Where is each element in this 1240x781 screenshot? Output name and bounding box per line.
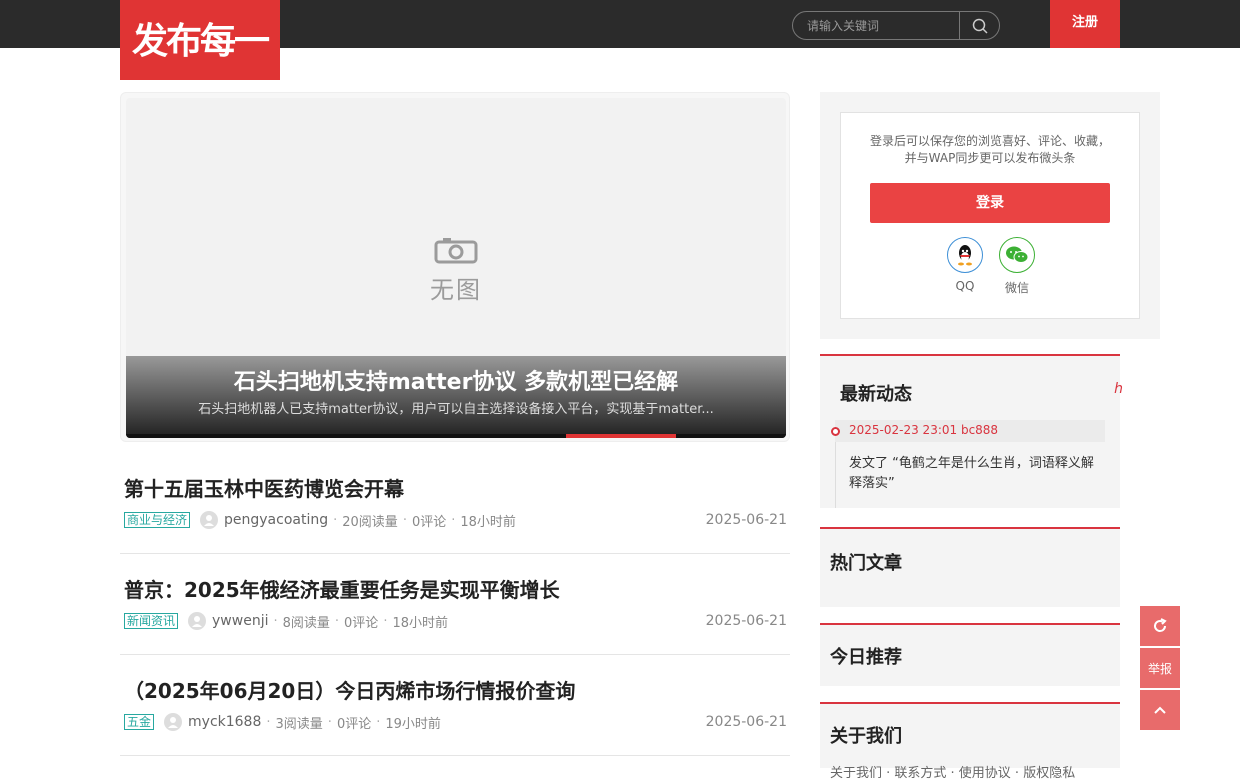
chevron-up-icon (1154, 706, 1166, 714)
no-image-placeholder: 无图 (421, 236, 491, 304)
user-icon (168, 717, 179, 728)
about-links[interactable]: 关于我们 · 联系方式 · 使用协议 · 版权隐私 (830, 762, 1075, 781)
comment-count: 0评论 (344, 615, 379, 631)
read-count: 20阅读量 (342, 514, 398, 530)
article-meta: 五金 myck1688 · 3阅读量 · 0评论 · 19小时前 (124, 712, 441, 732)
qq-login[interactable]: QQ (945, 237, 985, 293)
category-tag[interactable]: 商业与经济 (124, 512, 191, 528)
timeline-line (835, 442, 836, 508)
avatar (164, 713, 183, 731)
latest-more-link[interactable]: h (1114, 381, 1123, 397)
search-input[interactable] (807, 16, 947, 36)
hot-title: 热门文章 (830, 553, 902, 574)
latest-title: 最新动态 (840, 384, 912, 405)
activity-time: 2025-02-23 23:01 bc888 (849, 423, 999, 437)
about-widget: 关于我们 关于我们 · 联系方式 · 使用协议 · 版权隐私 (820, 702, 1120, 781)
recommend-title: 今日推荐 (830, 647, 902, 668)
latest-activity-widget: 最新动态 h 2025-02-23 23:01 bc888 发文了 “龟鹤之年是… (820, 354, 1123, 508)
article-meta: 商业与经济 pengyacoating · 20阅读量 · 0评论 · 18小时… (124, 510, 516, 530)
wechat-login[interactable]: 微信 (997, 237, 1037, 296)
meta-separator: · (266, 714, 271, 730)
search-icon (972, 18, 988, 34)
back-to-top-button[interactable] (1140, 690, 1180, 730)
meta-separator: · (334, 613, 340, 629)
featured-slider[interactable]: 无图 石头扫地机支持matter协议 多款机型已经解 石头扫地机器人已支持mat… (120, 92, 790, 442)
search-box (792, 11, 1000, 40)
article-date: 2025-06-21 (705, 512, 787, 528)
author-name[interactable]: ywwenji (212, 613, 268, 629)
qq-icon (947, 237, 983, 273)
article-item: （2025年06月20日）今日丙烯市场行情报价查询 五金 myck1688 · … (120, 655, 790, 756)
comment-count: 0评论 (336, 716, 372, 732)
user-icon (204, 515, 215, 526)
activity-time-row: 2025-02-23 23:01 bc888 (831, 420, 1105, 442)
article-title[interactable]: 第十五届玉林中医药博览会开幕 (124, 473, 404, 502)
recommend-widget: 今日推荐 (820, 623, 1120, 686)
meta-separator: · (451, 512, 456, 528)
wechat-icon (999, 237, 1035, 273)
article-item: 第十五届玉林中医药博览会开幕 商业与经济 pengyacoating · 20阅… (120, 453, 790, 554)
article-date: 2025-06-21 (705, 714, 787, 730)
time-ago: 18小时前 (460, 514, 516, 530)
meta-separator: · (383, 613, 388, 629)
article-meta: 新闻资讯 ywwenji · 8阅读量 · 0评论 · 18小时前 (124, 611, 448, 631)
about-title: 关于我们 (830, 726, 902, 747)
login-message-line1: 登录后可以保存您的浏览喜好、评论、收藏， (869, 134, 1110, 148)
login-panel: 登录后可以保存您的浏览喜好、评论、收藏， 并与WAP同步更可以发布微头条 登录 … (820, 92, 1160, 339)
meta-separator: · (273, 613, 278, 629)
camera-icon (434, 238, 478, 264)
hot-articles-widget: 热门文章 (820, 527, 1120, 607)
read-count: 3阅读量 (275, 716, 323, 732)
slide-subtitle: 石头扫地机器人已支持matter协议，用户可以自主选择设备接入平台，实现基于ma… (198, 402, 714, 417)
category-tag[interactable]: 五金 (124, 714, 155, 730)
time-ago: 18小时前 (392, 615, 448, 631)
activity-text[interactable]: 发文了 “龟鹤之年是什么生肖，词语释义解释落实” (849, 454, 1105, 494)
read-count: 8阅读量 (282, 615, 330, 631)
avatar (188, 612, 207, 630)
time-ago: 19小时前 (385, 716, 441, 732)
author-name[interactable]: myck1688 (188, 714, 261, 730)
meta-separator: · (402, 512, 407, 528)
no-image-text: 无图 (430, 276, 482, 304)
register-button[interactable]: 注册 (1050, 0, 1120, 48)
login-button[interactable]: 登录 (870, 183, 1110, 223)
login-message: 登录后可以保存您的浏览喜好、评论、收藏， 并与WAP同步更可以发布微头条 (841, 133, 1139, 167)
author-name[interactable]: pengyacoating (224, 512, 328, 528)
qq-label: QQ (955, 279, 975, 293)
refresh-icon (1154, 618, 1167, 632)
avatar (200, 511, 219, 529)
login-box: 登录后可以保存您的浏览喜好、评论、收藏， 并与WAP同步更可以发布微头条 登录 … (840, 112, 1140, 319)
comment-count: 0评论 (411, 514, 447, 530)
slide-progress-bar (566, 434, 676, 438)
meta-separator: · (327, 714, 332, 730)
search-button[interactable] (960, 12, 1000, 39)
slide-progress-track (126, 434, 786, 438)
wechat-label: 微信 (1004, 281, 1029, 295)
slide-title[interactable]: 石头扫地机支持matter协议 多款机型已经解 (126, 364, 786, 396)
article-date: 2025-06-21 (705, 613, 787, 629)
category-tag[interactable]: 新闻资讯 (124, 613, 179, 629)
login-message-line2: 并与WAP同步更可以发布微头条 (904, 151, 1076, 165)
site-logo[interactable]: 发布每一天 (120, 0, 280, 146)
article-title[interactable]: （2025年06月20日）今日丙烯市场行情报价查询 (124, 675, 575, 704)
timeline-dot (831, 427, 840, 436)
slider-frame: 无图 石头扫地机支持matter协议 多款机型已经解 石头扫地机器人已支持mat… (126, 98, 786, 438)
article-title[interactable]: 普京：2025年俄经济最重要任务是实现平衡增长 (124, 574, 560, 603)
meta-separator: · (376, 714, 381, 730)
user-icon (192, 616, 203, 627)
article-item: 普京：2025年俄经济最重要任务是实现平衡增长 新闻资讯 ywwenji · 8… (120, 554, 790, 655)
slide-caption: 石头扫地机支持matter协议 多款机型已经解 石头扫地机器人已支持matter… (126, 356, 786, 438)
meta-separator: · (333, 512, 338, 528)
refresh-button[interactable] (1140, 606, 1180, 646)
report-button[interactable]: 举报 (1140, 648, 1180, 688)
